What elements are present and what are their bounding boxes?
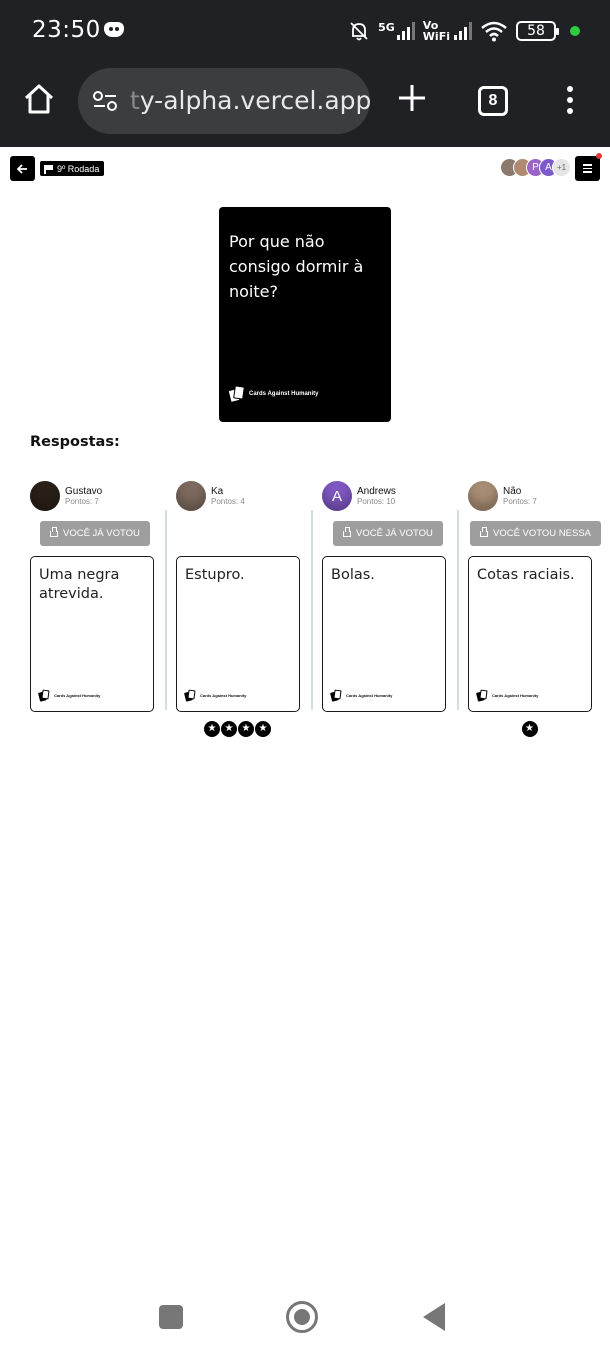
new-tab-icon[interactable] [396, 82, 428, 114]
player-points: Pontos: 4 [211, 496, 245, 506]
answer-player: Não Pontos: 7 [468, 480, 537, 512]
player-name: Andrews [357, 485, 396, 497]
status-bar: 23:50 5G Vo WiFi 58 [0, 0, 610, 62]
network-type: 5G [378, 20, 395, 34]
answer-card[interactable]: Uma negra atrevida. Cards Against Humanit… [30, 556, 154, 712]
site-settings-icon[interactable] [92, 90, 118, 112]
answer-text: Estupro. [185, 567, 245, 583]
wifi-icon [481, 21, 507, 42]
star-icon: ★ [221, 721, 237, 737]
battery-icon: 58 [516, 21, 559, 41]
lobby-avatars[interactable]: P A +1 [500, 158, 571, 178]
ballot-box-icon [480, 526, 488, 537]
cah-logo-icon [227, 385, 245, 404]
column-divider [165, 510, 167, 710]
card-brand: Cards Against Humanity [330, 689, 393, 702]
question-text: Por que não consigo dormir à noite? [229, 232, 364, 301]
player-avatar: A [322, 481, 352, 511]
card-brand: Cards Against Humanity [227, 385, 319, 404]
player-points: Pontos: 10 [357, 496, 396, 506]
question-card: Por que não consigo dormir à noite? Card… [219, 207, 391, 422]
answer-text: Uma negra atrevida. [39, 567, 120, 602]
signal-icon-2 [454, 22, 472, 40]
home-icon[interactable] [22, 82, 56, 116]
answer-text: Cotas raciais. [477, 567, 575, 583]
player-points: Pontos: 7 [65, 496, 99, 506]
extra-players-count: +1 [552, 158, 571, 177]
browser-menu-icon[interactable] [566, 86, 574, 114]
menu-button[interactable] [575, 156, 600, 181]
player-name: Ka [211, 485, 224, 497]
vote-stars: ★ [521, 721, 538, 737]
brand-label: Cards Against Humanity [492, 693, 539, 698]
player-name: Não [503, 485, 522, 497]
vote-label: VOCÊ JÁ VOTOU [356, 528, 433, 539]
vote-button[interactable]: VOCÊ VOTOU NESSA [470, 521, 602, 546]
ballot-box-icon [343, 526, 351, 537]
card-brand: Cards Against Humanity [38, 689, 101, 702]
player-avatar [468, 481, 498, 511]
answer-player: A Andrews Pontos: 10 [322, 480, 396, 512]
privacy-indicator [570, 26, 580, 36]
url-main: y-alpha.vercel.app [139, 86, 370, 115]
answer-text: Bolas. [331, 567, 375, 583]
flag-icon [44, 164, 53, 174]
player-avatar [176, 481, 206, 511]
vote-button[interactable]: VOCÊ JÁ VOTOU [40, 521, 150, 546]
back-nav-button[interactable] [423, 1303, 445, 1331]
notification-dot [596, 153, 602, 159]
tab-switcher-button[interactable]: 8 [478, 86, 508, 116]
cah-logo-icon [476, 689, 488, 702]
home-nav-button[interactable] [286, 1301, 318, 1333]
browser-toolbar: ty-alpha.vercel.app 8 [0, 62, 610, 147]
brand-label: Cards Against Humanity [54, 693, 101, 698]
vote-stars: ★ ★ ★ ★ [204, 721, 271, 737]
cah-logo-icon [330, 689, 342, 702]
column-divider [311, 510, 313, 710]
column-divider [457, 510, 459, 710]
player-points: Pontos: 7 [503, 496, 537, 506]
player-avatar [30, 481, 60, 511]
star-icon: ★ [204, 721, 220, 737]
star-icon: ★ [521, 721, 538, 737]
round-badge: 9º Rodada [40, 161, 105, 176]
ballot-box-icon [50, 526, 58, 537]
star-icon: ★ [255, 721, 271, 737]
vowifi-label: Vo WiFi [422, 19, 450, 43]
back-button[interactable] [10, 156, 35, 181]
star-icon: ★ [238, 721, 254, 737]
vote-label: VOCÊ JÁ VOTOU [63, 528, 140, 539]
url-text[interactable]: ty-alpha.vercel.app [130, 86, 370, 115]
player-name: Gustavo [65, 485, 103, 497]
status-icons: 5G Vo WiFi 58 [348, 16, 580, 46]
brand-label: Cards Against Humanity [200, 693, 247, 698]
discord-icon [104, 22, 124, 37]
answer-card[interactable]: Estupro. Cards Against Humanity [176, 556, 300, 712]
round-label: 9º Rodada [57, 163, 100, 174]
brand-label: Cards Against Humanity [346, 693, 393, 698]
answer-player: Ka Pontos: 4 [176, 480, 245, 512]
clock: 23:50 [32, 17, 101, 43]
recents-button[interactable] [159, 1305, 183, 1329]
answer-player: Gustavo Pontos: 7 [30, 480, 102, 512]
cah-logo-icon [38, 689, 50, 702]
url-fade: t [130, 86, 140, 115]
brand-label: Cards Against Humanity [249, 391, 319, 397]
bell-muted-icon [350, 22, 368, 41]
address-bar[interactable]: ty-alpha.vercel.app [78, 68, 370, 134]
answer-card[interactable]: Bolas. Cards Against Humanity [322, 556, 446, 712]
card-brand: Cards Against Humanity [184, 689, 247, 702]
arrow-left-icon [17, 163, 27, 174]
answers-heading: Respostas: [30, 434, 120, 450]
signal-icon [396, 22, 415, 40]
card-brand: Cards Against Humanity [476, 689, 539, 702]
answer-card[interactable]: Cotas raciais. Cards Against Humanity [468, 556, 592, 712]
vote-button[interactable]: VOCÊ JÁ VOTOU [333, 521, 443, 546]
vote-label: VOCÊ VOTOU NESSA [493, 528, 592, 539]
cah-logo-icon [184, 689, 196, 702]
